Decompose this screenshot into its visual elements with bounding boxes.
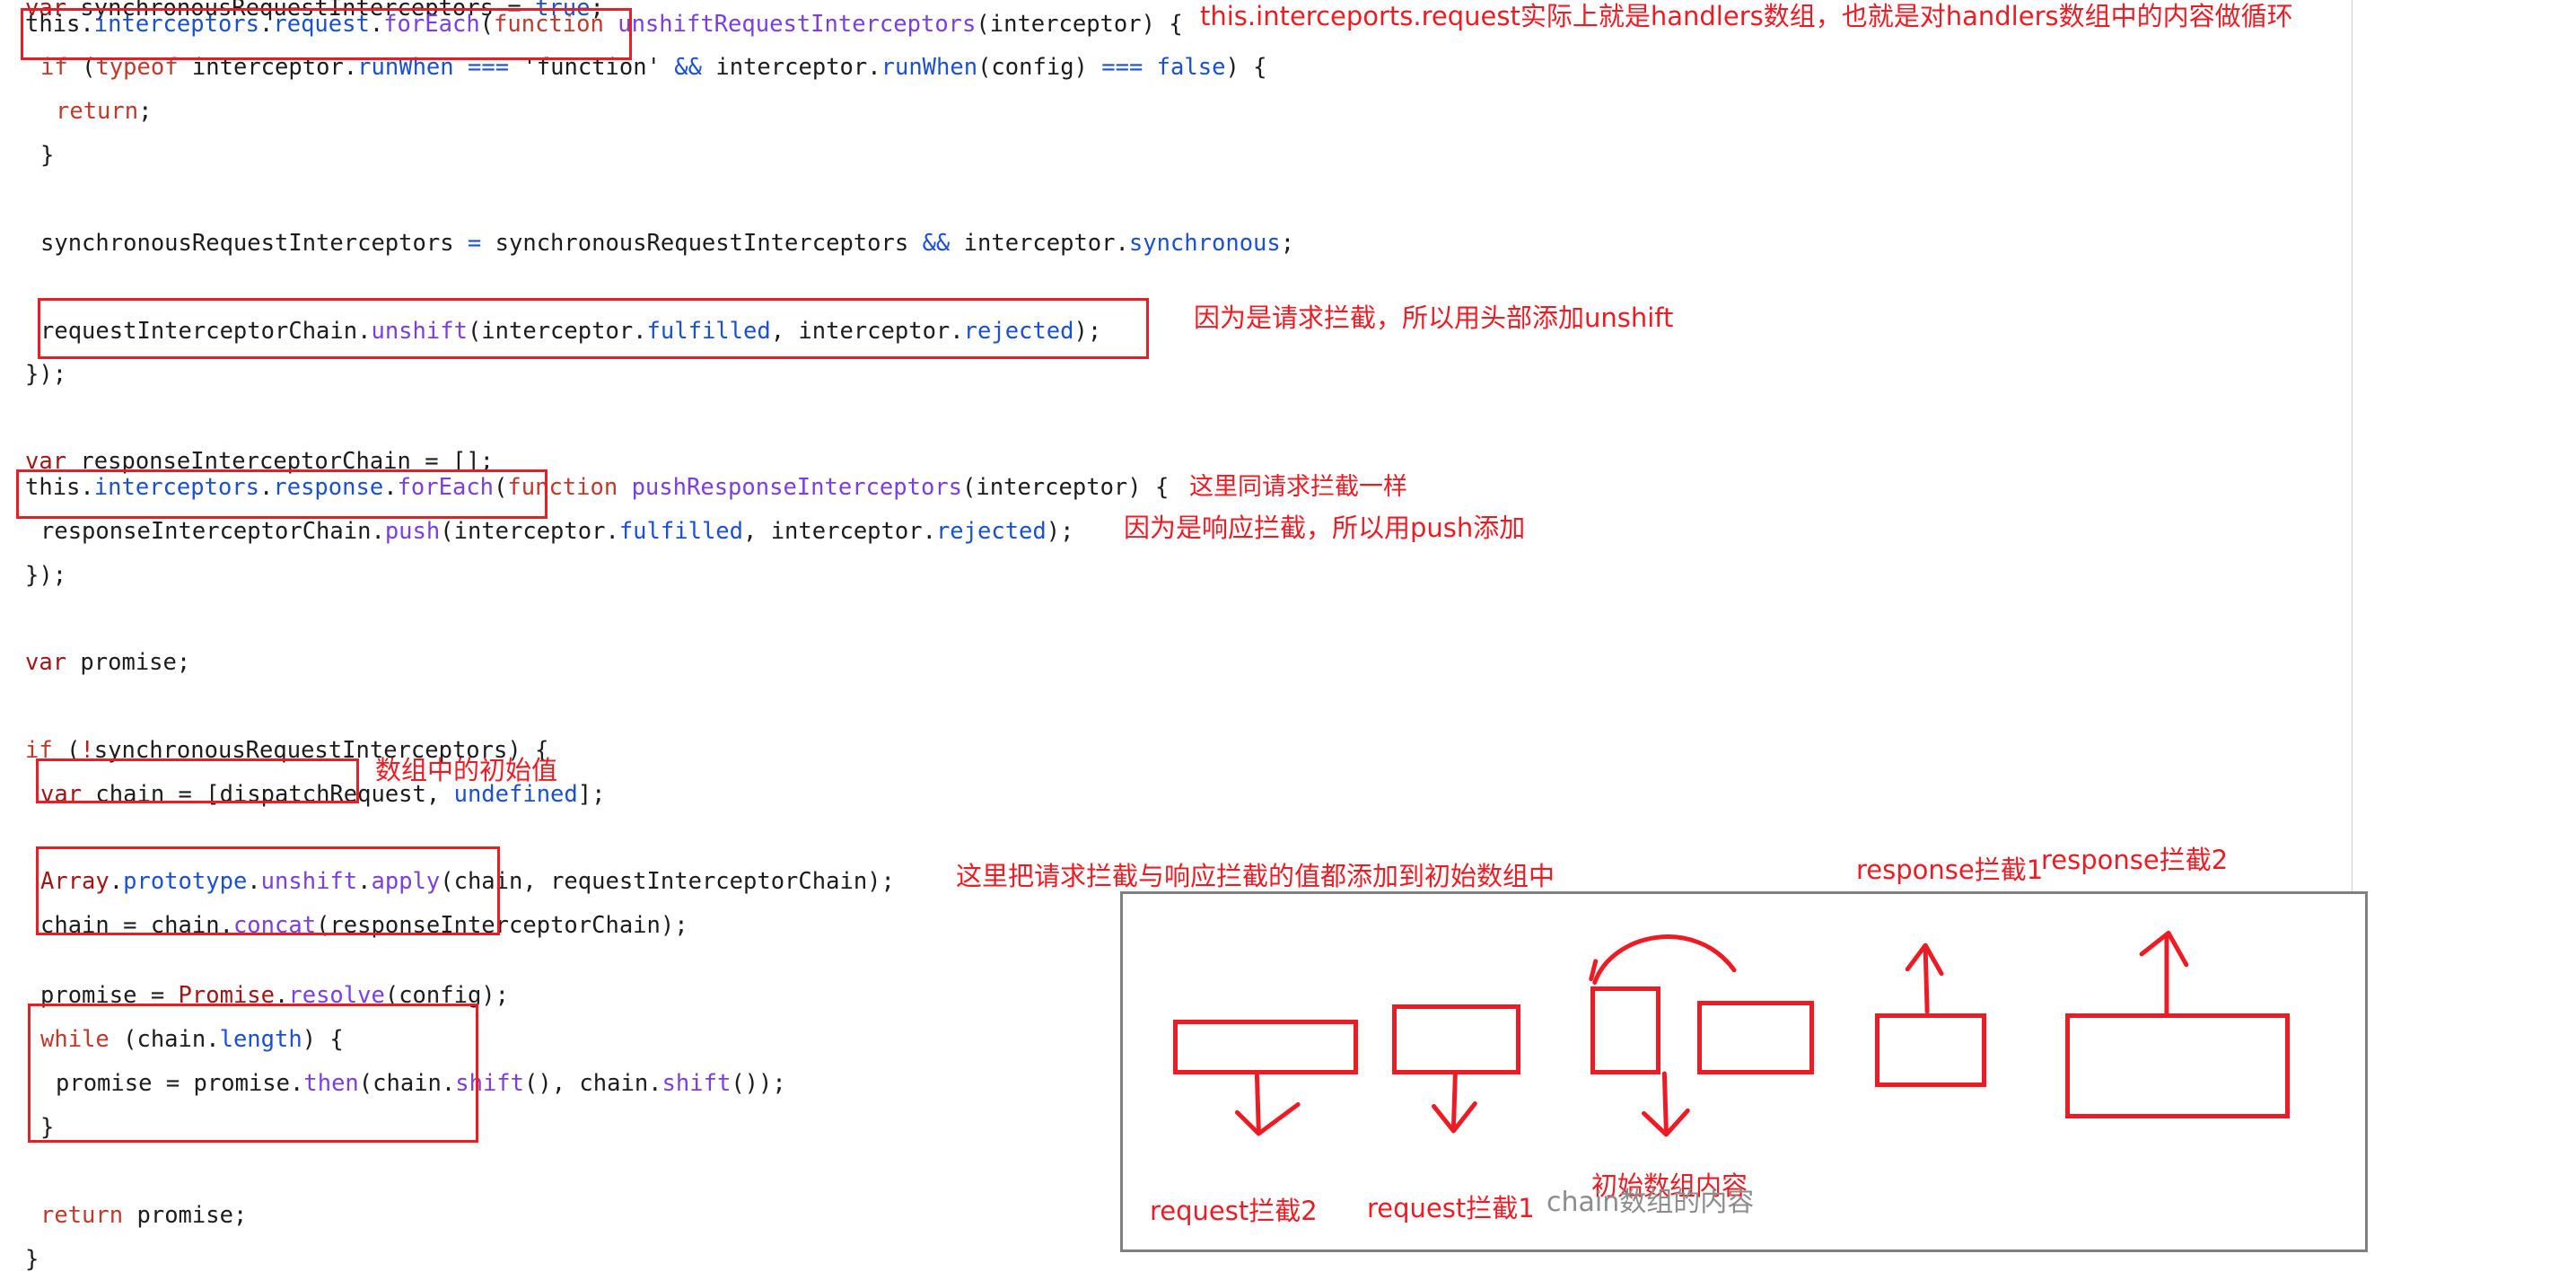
response-interceptor-1-box [1875,1013,1986,1087]
vertical-rule [2352,0,2353,911]
arc-tail-initial-array [1589,959,1599,982]
code-line: promise = Promise.resolve(config); [40,982,510,1009]
label-response-interceptor-2: response拦截2 [2041,845,2229,875]
code-line: }); [25,562,67,589]
arrow-down-initial-array [1661,1071,1669,1134]
code-line: Array.prototype.unshift.apply(chain, req… [40,868,895,895]
code-line: while (chain.length) { [40,1026,344,1053]
arc-initial-array [1592,934,1737,985]
code-line: var responseInterceptorChain = []; [25,448,494,475]
annotation-handlers-loop: this.interceports.request实际上就是handlers数组… [1200,1,2293,31]
annotation-initial-value: 数组中的初始值 [375,755,558,785]
label-response-interceptor-1: response拦截1 [1856,855,2044,885]
code-line: responseInterceptorChain.push(intercepto… [40,518,1074,545]
response-interceptor-2-box [2065,1013,2290,1118]
dispatch-request-box [1590,986,1660,1074]
arrow-up-response-1 [1923,944,1930,1014]
annotation-unshift-reason: 因为是请求拦截，所以用头部添加unshift [1194,302,1674,333]
arrow-head-request-1 [1432,1101,1477,1134]
annotation-add-to-initial-array: 这里把请求拦截与响应拦截的值都添加到初始数组中 [956,861,1555,891]
code-line: return; [56,98,153,125]
code-line: return promise; [40,1202,248,1229]
annotation-same-as-request: 这里同请求拦截一样 [1189,473,1407,501]
request-interceptor-1-box [1392,1004,1520,1074]
undefined-box [1697,1001,1814,1074]
code-line: } [40,142,55,169]
code-line: }); [25,361,67,388]
code-line: } [25,1246,39,1273]
code-line: } [40,1114,55,1141]
code-line: this.interceptors.request.forEach(functi… [25,11,1183,38]
code-line: var promise; [25,649,191,676]
code-panel: var synchronousRequestInterceptors = tru… [0,0,1310,1280]
arrow-head-response-2 [2139,930,2189,968]
code-line: chain = chain.concat(responseInterceptor… [40,912,688,939]
arrow-head-response-1 [1905,942,1944,977]
code-line: synchronousRequestInterceptors = synchro… [40,230,1295,257]
code-line: if (typeof interceptor.runWhen === 'func… [40,54,1267,81]
label-request-interceptor-2: request拦截2 [1150,1196,1318,1226]
code-line: promise = promise.then(chain.shift(), ch… [56,1070,786,1097]
annotation-push-reason: 因为是响应拦截，所以用push添加 [1124,513,1526,543]
code-line: requestInterceptorChain.unshift(intercep… [40,318,1102,345]
arrow-head-initial-array [1641,1108,1690,1137]
arrow-down-request-2 [1254,1071,1261,1134]
diagram-caption: chain数组的内容 [1546,1187,1755,1218]
arrow-head-request-2 [1234,1101,1301,1136]
arrow-down-request-1 [1450,1071,1458,1131]
request-interceptor-2-box [1173,1020,1358,1074]
code-line: this.interceptors.response.forEach(funct… [25,474,1170,501]
label-request-interceptor-1: request拦截1 [1367,1193,1535,1223]
chain-diagram-panel: request拦截2 request拦截1 初始数组内容 chain数组的内容 [1120,891,2368,1252]
